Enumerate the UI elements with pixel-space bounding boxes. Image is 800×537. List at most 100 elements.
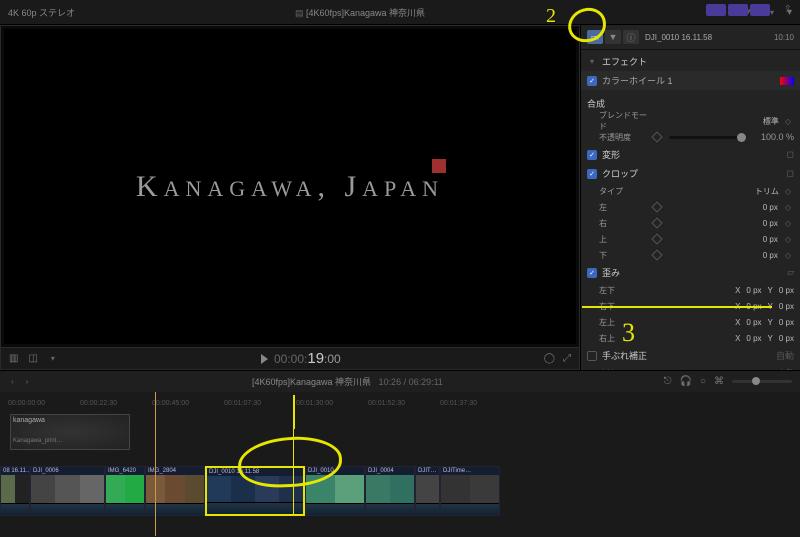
- tool-chevron-icon[interactable]: ▾: [48, 354, 58, 363]
- clip-label: DJI_0010: [306, 467, 364, 475]
- show-crop-icon[interactable]: ◻: [787, 168, 794, 179]
- skimming-icon[interactable]: ⎋: [664, 376, 672, 387]
- crop-checkbox[interactable]: ✓: [587, 169, 597, 179]
- section-distort[interactable]: ✓歪み▱: [581, 263, 800, 282]
- ruler-tick: 00:01:07:30: [224, 400, 296, 407]
- nav-prev-icon[interactable]: ‹: [8, 377, 17, 386]
- viewer-top-bar: 4K 60p ステレオ ▤ [4K60fps]Kanagawa 神奈川県 50%…: [0, 0, 800, 25]
- section-stabilize[interactable]: 手ぶれ補正自動: [581, 346, 800, 365]
- clip-DJI_0004[interactable]: DJI_0004: [365, 466, 415, 516]
- tab-info[interactable]: ⓘ: [623, 30, 639, 44]
- nav-next-icon[interactable]: ›: [23, 377, 32, 386]
- pill-2[interactable]: [728, 4, 748, 16]
- play-button[interactable]: [261, 354, 268, 364]
- viewer-toolbar: ▥ ◫ ▾ 00:00:19:00 ◯ ⤢: [1, 347, 579, 369]
- effect-color-wheels[interactable]: ✓ カラーホイール 1: [581, 71, 800, 90]
- clip-DJI_0010 16.11.58[interactable]: DJI_0010 16.11.58: [205, 466, 305, 516]
- effect-name: カラーホイール 1: [602, 74, 775, 87]
- row-crop-top[interactable]: 上0 px◇: [581, 231, 800, 247]
- effect-checkbox[interactable]: ✓: [587, 76, 597, 86]
- row-distort-tl[interactable]: 左上X0 pxY0 px: [581, 314, 800, 330]
- audio-skim-icon[interactable]: 🎧: [680, 376, 692, 387]
- row-opacity[interactable]: 不透明度 100.0 %: [581, 129, 800, 145]
- row-crop-type[interactable]: タイプトリム◇: [581, 183, 800, 199]
- clip-label: 08 16.11…: [1, 467, 29, 475]
- playhead-timecode[interactable]: 00:00:19:00: [274, 350, 341, 367]
- clip-DJITime…[interactable]: DJITime…: [440, 466, 500, 516]
- timeline-zoom-slider[interactable]: [732, 380, 792, 383]
- viewer-canvas[interactable]: KANAGAWA, JAPAN: [4, 29, 576, 344]
- title-clip[interactable]: kanagawa Kanagawa_print…: [10, 414, 130, 450]
- primary-storyline[interactable]: 08 16.11…DJI_0006IMG_6420IMG_2804DJI_001…: [0, 466, 800, 516]
- scope-icon[interactable]: ◫: [28, 353, 37, 364]
- row-distort-bl[interactable]: 左下X0 pxY0 px: [581, 282, 800, 298]
- timeline-ruler[interactable]: 00:00:00:0000:00:22:3000:00:45:0000:01:0…: [0, 396, 800, 410]
- main-area: KANAGAWA, JAPAN ▥ ◫ ▾ 00:00:19:00 ◯ ⤢ ▭: [0, 25, 800, 370]
- timeline-header: ‹ › [4K60fps]Kanagawa 神奈川県 10:26 / 06:29…: [0, 370, 800, 392]
- clip-label: DJI_0006: [31, 467, 104, 475]
- row-crop-bottom[interactable]: 下0 px◇: [581, 247, 800, 263]
- library-icon: ▤: [295, 8, 304, 18]
- tab-video[interactable]: ▭: [587, 30, 603, 44]
- inspector-body: ▾エフェクト ✓ カラーホイール 1 合成 ブレンドモード 標準◇ 不透明度 1…: [581, 50, 800, 370]
- section-transform[interactable]: ✓変形◻: [581, 145, 800, 164]
- clip-DJI_0006[interactable]: DJI_0006: [30, 466, 105, 516]
- inspector-clip-tc: 10:10: [774, 33, 794, 42]
- stabilize-checkbox[interactable]: [587, 351, 597, 361]
- clip-label: DJITime…: [441, 467, 499, 475]
- clip-label: DJIT…: [416, 467, 439, 475]
- clip-IMG_2804[interactable]: IMG_2804: [145, 466, 205, 516]
- fullscreen-icon[interactable]: ⤢: [563, 353, 571, 364]
- layout-icon[interactable]: ▥: [9, 353, 18, 364]
- timeline[interactable]: 00:00:00:0000:00:22:3000:00:45:0000:01:0…: [0, 392, 800, 536]
- timeline-title: [4K60fps]Kanagawa 神奈川県 10:26 / 06:29:11: [39, 375, 655, 388]
- display-mode-pills[interactable]: [706, 4, 770, 16]
- pill-1[interactable]: [706, 4, 726, 16]
- playhead[interactable]: [155, 392, 156, 536]
- project-title-text: [4K60fps]Kanagawa 神奈川県: [306, 8, 425, 18]
- solo-icon[interactable]: ○: [700, 376, 706, 387]
- row-blend-mode[interactable]: ブレンドモード 標準◇: [581, 113, 800, 129]
- loop-icon[interactable]: ◯: [544, 353, 555, 364]
- pill-3[interactable]: [750, 4, 770, 16]
- ruler-tick: 00:00:00:00: [8, 400, 80, 407]
- clip-IMG_6420[interactable]: IMG_6420: [105, 466, 145, 516]
- ruler-tick: 00:01:30:00: [296, 400, 368, 407]
- ruler-tick: 00:00:22:30: [80, 400, 152, 407]
- row-distort-tr[interactable]: 右上X0 pxY0 px: [581, 330, 800, 346]
- inspector-header: ▭ ▼ ⓘ DJI_0010 16.11.58 10:10: [581, 25, 800, 50]
- show-transform-icon[interactable]: ◻: [787, 149, 794, 160]
- clip-label: DJI_0004: [366, 467, 414, 475]
- opacity-slider[interactable]: [669, 136, 746, 139]
- project-title: ▤ [4K60fps]Kanagawa 神奈川県: [128, 6, 592, 19]
- tab-color[interactable]: ▼: [605, 30, 621, 44]
- project-format: 4K 60p ステレオ: [8, 6, 128, 19]
- row-distort-br[interactable]: 右下X0 pxY0 px: [581, 298, 800, 314]
- trim-indicator: [293, 410, 294, 516]
- clip-08 16.11…[interactable]: 08 16.11…: [0, 466, 30, 516]
- row-crop-left[interactable]: 左0 px◇: [581, 199, 800, 215]
- row-stabilize-method: 方法自動: [581, 365, 800, 370]
- transform-checkbox[interactable]: ✓: [587, 150, 597, 160]
- viewer-panel: KANAGAWA, JAPAN ▥ ◫ ▾ 00:00:19:00 ◯ ⤢: [0, 25, 580, 370]
- keyframe-icon[interactable]: [651, 131, 662, 142]
- ruler-tick: 00:01:52:30: [368, 400, 440, 407]
- color-strip-icon: [780, 77, 794, 85]
- clip-label: IMG_6420: [106, 467, 144, 475]
- clip-DJI_0010[interactable]: DJI_0010: [305, 466, 365, 516]
- share-icon[interactable]: ⇪: [784, 4, 792, 15]
- inspector-panel: ▭ ▼ ⓘ DJI_0010 16.11.58 10:10 ▾エフェクト ✓ カ…: [580, 25, 800, 370]
- snap-icon[interactable]: ⌘: [714, 376, 724, 387]
- clip-label: DJI_0010 16.11.58: [207, 468, 303, 476]
- inspector-clip-name: DJI_0010 16.11.58: [645, 33, 768, 42]
- section-crop[interactable]: ✓クロップ◻: [581, 164, 800, 183]
- section-effects: ▾エフェクト: [581, 52, 800, 71]
- ruler-tick: 00:00:45:00: [152, 400, 224, 407]
- ruler-tick: 00:01:37:30: [440, 400, 512, 407]
- clip-DJIT…[interactable]: DJIT…: [415, 466, 440, 516]
- title-graphic: KANAGAWA, JAPAN: [136, 170, 444, 204]
- show-distort-icon[interactable]: ▱: [787, 267, 794, 278]
- row-crop-right[interactable]: 右0 px◇: [581, 215, 800, 231]
- distort-checkbox[interactable]: ✓: [587, 268, 597, 278]
- overlay-marker: [432, 159, 446, 173]
